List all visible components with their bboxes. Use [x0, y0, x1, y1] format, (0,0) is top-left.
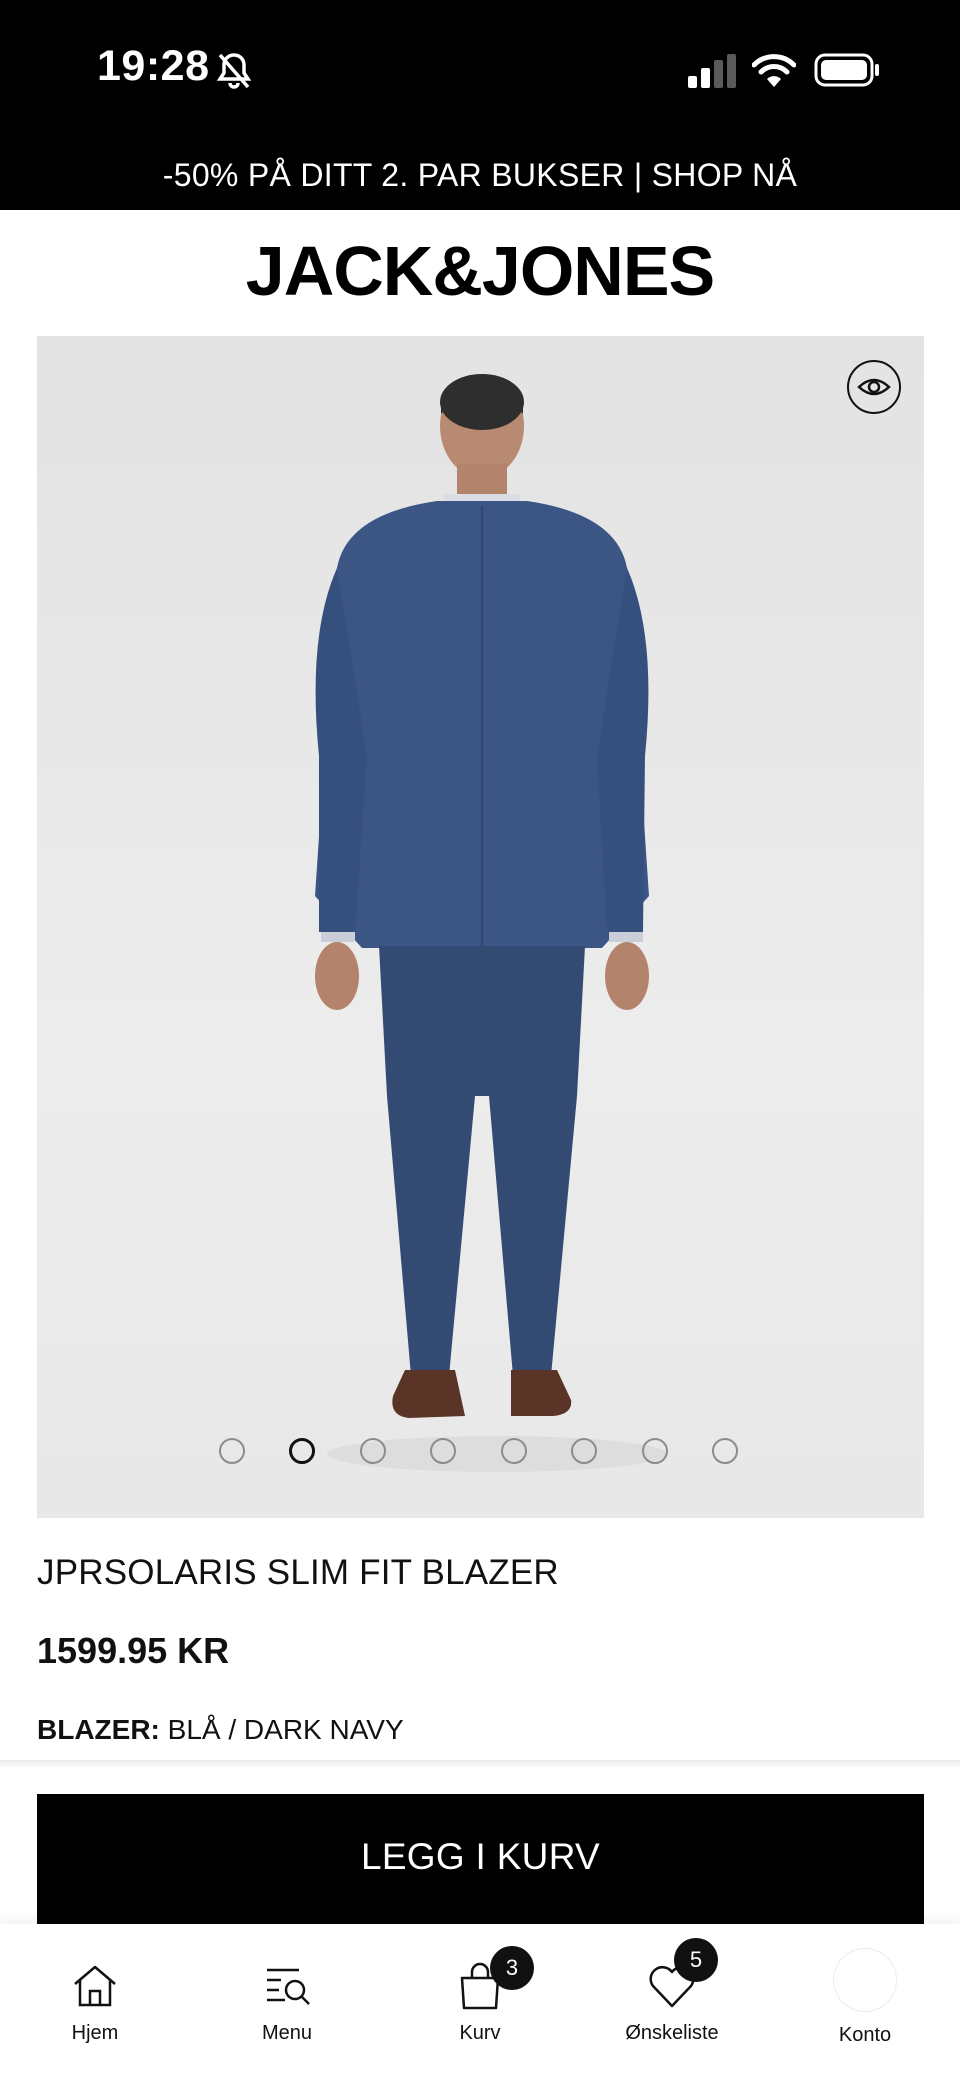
color-value: BLÅ / DARK NAVY — [167, 1714, 404, 1745]
bell-muted-icon — [216, 53, 252, 89]
wifi-icon — [752, 54, 796, 87]
menu-search-icon — [267, 1968, 310, 2005]
gallery-dot[interactable] — [712, 1438, 738, 1464]
gallery-dot-active[interactable] — [289, 1438, 315, 1464]
promo-text: -50% PÅ DITT 2. PAR BUKSER | SHOP NÅ — [162, 156, 798, 193]
divider — [0, 1760, 960, 1768]
product-color: BLAZER: BLÅ / DARK NAVY — [37, 1714, 404, 1746]
gallery-dot[interactable] — [571, 1438, 597, 1464]
add-to-cart-label: LEGG I KURV — [360, 1836, 601, 1877]
gallery-dot[interactable] — [501, 1438, 527, 1464]
nav-home[interactable]: Hjem — [20, 1924, 170, 2081]
gallery-dot[interactable] — [219, 1438, 245, 1464]
home-icon — [74, 1965, 116, 2007]
add-to-cart-button[interactable]: LEGG I KURV — [37, 1794, 924, 1924]
product-photo — [315, 374, 667, 1472]
eye-icon — [857, 378, 891, 396]
brand-logo[interactable]: JACK&JONES — [0, 228, 960, 314]
nav-wishlist[interactable]: 5 Ønskeliste — [597, 1924, 747, 2081]
product-image-gallery[interactable] — [37, 336, 924, 1518]
bottom-navigation: Hjem Menu 3 Kurv 5 Ønskeliste Konto — [0, 1924, 960, 2081]
promo-banner[interactable]: -50% PÅ DITT 2. PAR BUKSER | SHOP NÅ — [0, 140, 960, 210]
nav-cart-label: Kurv — [459, 2022, 501, 2044]
status-bar: 19:28 — [0, 0, 960, 140]
gallery-dot[interactable] — [430, 1438, 456, 1464]
status-time: 19:28 — [97, 42, 210, 90]
product-name: JPRSOLARIS SLIM FIT BLAZER — [37, 1553, 559, 1592]
nav-wishlist-label: Ønskeliste — [625, 2022, 719, 2044]
nav-account-label: Konto — [838, 2024, 892, 2046]
product-price: 1599.95 KR — [37, 1630, 230, 1671]
cart-count-badge: 3 — [490, 1946, 534, 1990]
gallery-dot[interactable] — [360, 1438, 386, 1464]
nav-account[interactable]: Konto — [790, 1924, 940, 2081]
cellular-signal-icon — [688, 54, 736, 88]
nav-menu[interactable]: Menu — [212, 1924, 362, 2081]
avatar — [833, 1948, 897, 2012]
nav-cart[interactable]: 3 Kurv — [405, 1924, 555, 2081]
color-label: BLAZER: — [37, 1714, 160, 1745]
view-eye-button[interactable] — [847, 360, 901, 414]
battery-icon — [814, 53, 879, 87]
wishlist-count-badge: 5 — [674, 1938, 718, 1982]
gallery-pagination — [37, 1438, 924, 1478]
nav-menu-label: Menu — [261, 2022, 313, 2044]
gallery-dot[interactable] — [642, 1438, 668, 1464]
nav-home-label: Hjem — [71, 2022, 119, 2044]
